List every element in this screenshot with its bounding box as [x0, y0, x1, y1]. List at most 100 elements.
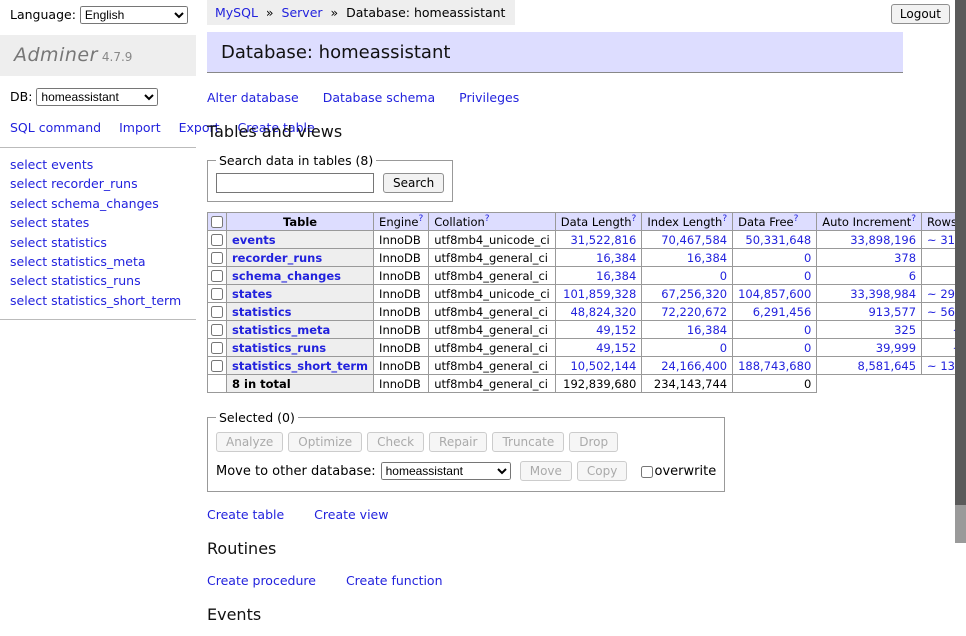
- total-sum-cell: 234,143,744: [642, 375, 733, 393]
- title-band: Database: homeassistant: [207, 32, 903, 73]
- table-name-cell: statistics: [227, 303, 374, 321]
- tables-table: TableEngine?Collation?Data Length?Index …: [207, 212, 966, 393]
- sidebar-table-link[interactable]: select recorder_runs: [0, 174, 196, 193]
- sidebar-table-link[interactable]: select statistics_runs: [0, 271, 196, 290]
- table-name-link[interactable]: statistics: [232, 305, 292, 319]
- help-superscript: ?: [418, 214, 423, 224]
- breadcrumb-link[interactable]: MySQL: [215, 5, 258, 20]
- engine-cell: InnoDB: [374, 231, 429, 249]
- table-name-cell: statistics_short_term: [227, 357, 374, 375]
- row-checkbox[interactable]: [211, 360, 223, 372]
- help-link[interactable]: ?: [418, 214, 423, 224]
- breadcrumb-current: Database: homeassistant: [346, 5, 505, 20]
- sidebar-table-link[interactable]: select statistics_meta: [0, 252, 196, 271]
- language-row: Language:English: [0, 0, 196, 29]
- table-name-cell: statistics_runs: [227, 339, 374, 357]
- table-row: statistics_metaInnoDButf8mb4_general_ci4…: [208, 321, 966, 339]
- optimize-button[interactable]: Optimize: [288, 432, 362, 452]
- help-link[interactable]: ?: [722, 214, 727, 224]
- auto-increment-cell: 325: [817, 321, 922, 339]
- table-name-link[interactable]: statistics_meta: [232, 323, 330, 337]
- sidebar: Language:English Adminer4.7.9 DB:homeass…: [0, 0, 196, 320]
- page-link[interactable]: Alter database: [207, 90, 299, 105]
- table-name-link[interactable]: events: [232, 233, 276, 247]
- content: MySQL » Server » Database: homeassistant…: [207, 0, 903, 636]
- row-checkbox[interactable]: [211, 342, 223, 354]
- collation-cell: utf8mb4_general_ci: [429, 249, 556, 267]
- breadcrumb-link[interactable]: Server: [282, 5, 323, 20]
- collation-cell: utf8mb4_general_ci: [429, 357, 556, 375]
- copy-button[interactable]: Copy: [577, 461, 627, 481]
- auto-increment-cell: 378: [817, 249, 922, 267]
- repair-button[interactable]: Repair: [429, 432, 487, 452]
- select-all-checkbox[interactable]: [211, 216, 223, 228]
- auto-increment-cell: 33,898,196: [817, 231, 922, 249]
- analyze-button[interactable]: Analyze: [216, 432, 283, 452]
- drop-button[interactable]: Drop: [569, 432, 618, 452]
- page-links: Alter database Database schema Privileges: [207, 90, 903, 105]
- search-button[interactable]: Search: [383, 173, 444, 193]
- help-link[interactable]: ?: [911, 214, 916, 224]
- table-name-link[interactable]: statistics_runs: [232, 341, 326, 355]
- sidebar-table-link[interactable]: select states: [0, 213, 196, 232]
- row-checkbox-cell: [208, 285, 227, 303]
- table-name-link[interactable]: schema_changes: [232, 269, 341, 283]
- logout-button[interactable]: Logout: [891, 4, 950, 24]
- table-body: eventsInnoDButf8mb4_unicode_ci31,522,816…: [208, 231, 966, 393]
- language-select[interactable]: English: [80, 6, 188, 24]
- scrollbar-thumb[interactable]: [955, 0, 966, 505]
- page-link[interactable]: Database schema: [323, 90, 435, 105]
- check-button[interactable]: Check: [367, 432, 424, 452]
- row-checkbox-cell: [208, 339, 227, 357]
- table-name-link[interactable]: recorder_runs: [232, 251, 322, 265]
- auto-increment-cell: 39,999: [817, 339, 922, 357]
- row-checkbox[interactable]: [211, 234, 223, 246]
- table-name-cell: statistics_meta: [227, 321, 374, 339]
- total-engine-cell: InnoDB: [374, 375, 429, 393]
- routine-link[interactable]: Create procedure: [207, 573, 316, 588]
- sidebar-table-link[interactable]: select statistics_short_term: [0, 291, 196, 310]
- sidebar-link[interactable]: Import: [119, 120, 161, 135]
- data-free-cell: 6,291,456: [733, 303, 817, 321]
- db-select[interactable]: homeassistant: [36, 88, 158, 106]
- vertical-scrollbar[interactable]: [955, 0, 966, 543]
- sidebar-table-link[interactable]: select schema_changes: [0, 194, 196, 213]
- table-name-cell: events: [227, 231, 374, 249]
- row-checkbox[interactable]: [211, 324, 223, 336]
- create-link[interactable]: Create view: [314, 507, 388, 522]
- help-superscript: ?: [911, 214, 916, 224]
- breadcrumb-separator: »: [262, 5, 278, 20]
- data-length-cell: 16,384: [555, 267, 642, 285]
- sidebar-table-link[interactable]: select statistics: [0, 233, 196, 252]
- overwrite-checkbox[interactable]: [641, 466, 653, 478]
- table-name-link[interactable]: states: [232, 287, 272, 301]
- truncate-button[interactable]: Truncate: [492, 432, 564, 452]
- table-name-cell: schema_changes: [227, 267, 374, 285]
- row-checkbox[interactable]: [211, 288, 223, 300]
- table-row: statesInnoDButf8mb4_unicode_ci101,859,32…: [208, 285, 966, 303]
- overwrite-label[interactable]: overwrite: [640, 464, 717, 479]
- total-collation-cell: utf8mb4_general_ci: [429, 375, 556, 393]
- selected-legend: Selected (0): [216, 410, 298, 425]
- help-link[interactable]: ?: [485, 214, 490, 224]
- index-length-cell: 16,384: [642, 321, 733, 339]
- move-db-select[interactable]: homeassistant: [381, 462, 511, 480]
- routine-link[interactable]: Create function: [346, 573, 443, 588]
- table-name-link[interactable]: statistics_short_term: [232, 359, 368, 373]
- help-superscript: ?: [632, 214, 637, 224]
- selected-fieldset: Selected (0) AnalyzeOptimizeCheckRepairT…: [207, 410, 725, 492]
- help-link[interactable]: ?: [632, 214, 637, 224]
- row-checkbox[interactable]: [211, 306, 223, 318]
- sidebar-table-link[interactable]: select events: [0, 155, 196, 174]
- search-input[interactable]: [216, 173, 374, 193]
- row-checkbox[interactable]: [211, 270, 223, 282]
- total-empty-cell: [208, 375, 227, 393]
- row-checkbox[interactable]: [211, 252, 223, 264]
- help-link[interactable]: ?: [794, 214, 799, 224]
- page-link[interactable]: Privileges: [459, 90, 519, 105]
- move-button[interactable]: Move: [520, 461, 572, 481]
- create-link[interactable]: Create table: [207, 507, 284, 522]
- sidebar-link[interactable]: SQL command: [10, 120, 101, 135]
- routines-heading: Routines: [207, 539, 903, 558]
- table-total-row: 8 in totalInnoDButf8mb4_general_ci192,83…: [208, 375, 966, 393]
